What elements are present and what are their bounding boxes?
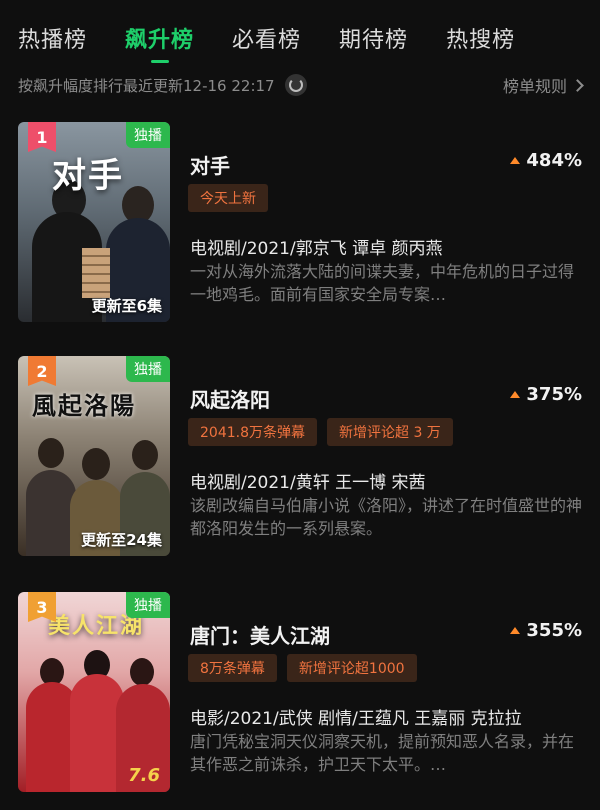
rising-arrow-icon: [510, 157, 521, 164]
ranking-subheader: 按飙升幅度排行最近更新12-16 22:17 榜单规则: [18, 72, 584, 98]
episode-status: 更新至24集: [81, 531, 162, 549]
poster-title: 对手: [52, 156, 124, 196]
category-tabs: 热播榜 飙升榜 必看榜 期待榜 热搜榜: [18, 22, 553, 54]
item-description: 唐门凭秘宝洞天仪洞察天机，提前预知恶人名录，并在其作恶之前诛杀，护卫天下太平。…: [190, 732, 575, 774]
tag-list: 2041.8万条弹幕 新增评论超 3 万: [188, 418, 453, 446]
refresh-icon[interactable]: [284, 74, 307, 96]
figure-head: [38, 438, 64, 468]
growth-rate: 375%: [510, 384, 582, 405]
tag-list: 8万条弹幕 新增评论超1000: [188, 654, 417, 682]
tab-must-watch[interactable]: 必看榜: [232, 22, 301, 54]
figure-head: [82, 448, 110, 480]
list-item[interactable]: 美人江湖 3 独播 7.6 唐门：美人江湖 355% 8万条弹幕 新增评论超10…: [18, 592, 582, 797]
episode-status: 更新至6集: [91, 297, 162, 315]
poster-title: 風起洛陽: [32, 391, 136, 420]
poster-image[interactable]: 美人江湖 3 独播 7.6: [18, 592, 170, 792]
ranking-rules-link[interactable]: 榜单规则: [502, 73, 584, 97]
item-meta: 电影/2021/武侠 剧情/王蕴凡 王嘉丽 克拉拉: [190, 709, 522, 729]
growth-rate: 484%: [510, 150, 582, 171]
rank-badge: 2: [28, 356, 56, 386]
tag: 新增评论超1000: [286, 654, 417, 682]
rank-badge: 1: [28, 122, 56, 152]
list-item[interactable]: 風起洛陽 2 独播 更新至24集 风起洛阳 375% 2041.8万条弹幕 新增…: [18, 356, 582, 561]
exclusive-badge: 独播: [126, 122, 170, 148]
growth-value: 355%: [526, 620, 582, 641]
growth-value: 375%: [526, 384, 582, 405]
ranking-rules-label: 榜单规则: [502, 77, 567, 96]
tab-hot-play[interactable]: 热播榜: [18, 22, 87, 54]
rank-badge: 3: [28, 592, 56, 622]
item-meta: 电视剧/2021/黄轩 王一博 宋茜: [190, 473, 426, 493]
tag: 今天上新: [188, 184, 268, 212]
item-title[interactable]: 唐门：美人江湖: [190, 620, 330, 649]
chevron-right-icon: [571, 78, 584, 92]
growth-rate: 355%: [510, 620, 582, 641]
figure-head: [132, 440, 158, 470]
item-title[interactable]: 对手: [190, 150, 230, 179]
tab-hot-search[interactable]: 热搜榜: [446, 22, 515, 54]
poster-image[interactable]: 風起洛陽 2 独播 更新至24集: [18, 356, 170, 556]
tag: 8万条弹幕: [188, 654, 277, 682]
figure-head: [130, 658, 154, 686]
tab-anticipated[interactable]: 期待榜: [339, 22, 408, 54]
poster-image[interactable]: 对手 1 独播 更新至6集: [18, 122, 170, 322]
rising-arrow-icon: [510, 627, 521, 634]
wood-blocks: [82, 248, 110, 298]
tag: 2041.8万条弹幕: [188, 418, 317, 446]
update-info: 按飙升幅度排行最近更新12-16 22:17: [18, 76, 275, 95]
figure-body: [26, 470, 76, 556]
item-description: 一对从海外流落大陆的间谍夫妻，中年危机的日子过得一地鸡毛。面前有国家安全局专案…: [190, 262, 575, 304]
tab-rising[interactable]: 飙升榜: [125, 22, 194, 54]
item-meta: 电视剧/2021/郭京飞 谭卓 颜丙燕: [190, 239, 443, 259]
item-description: 该剧改编自马伯庸小说《洛阳》，讲述了在时值盛世的神都洛阳发生的一系列悬案。: [190, 496, 582, 538]
list-item[interactable]: 对手 1 独播 更新至6集 对手 484% 今天上新 电视剧/2021/郭京飞 …: [18, 122, 582, 327]
tag: 新增评论超 3 万: [327, 418, 453, 446]
exclusive-badge: 独播: [126, 592, 170, 618]
rising-arrow-icon: [510, 391, 521, 398]
growth-value: 484%: [526, 150, 582, 171]
tag-list: 今天上新: [188, 184, 268, 212]
exclusive-badge: 独播: [126, 356, 170, 382]
rating-score: 7.6: [128, 765, 160, 786]
item-title[interactable]: 风起洛阳: [190, 384, 270, 413]
